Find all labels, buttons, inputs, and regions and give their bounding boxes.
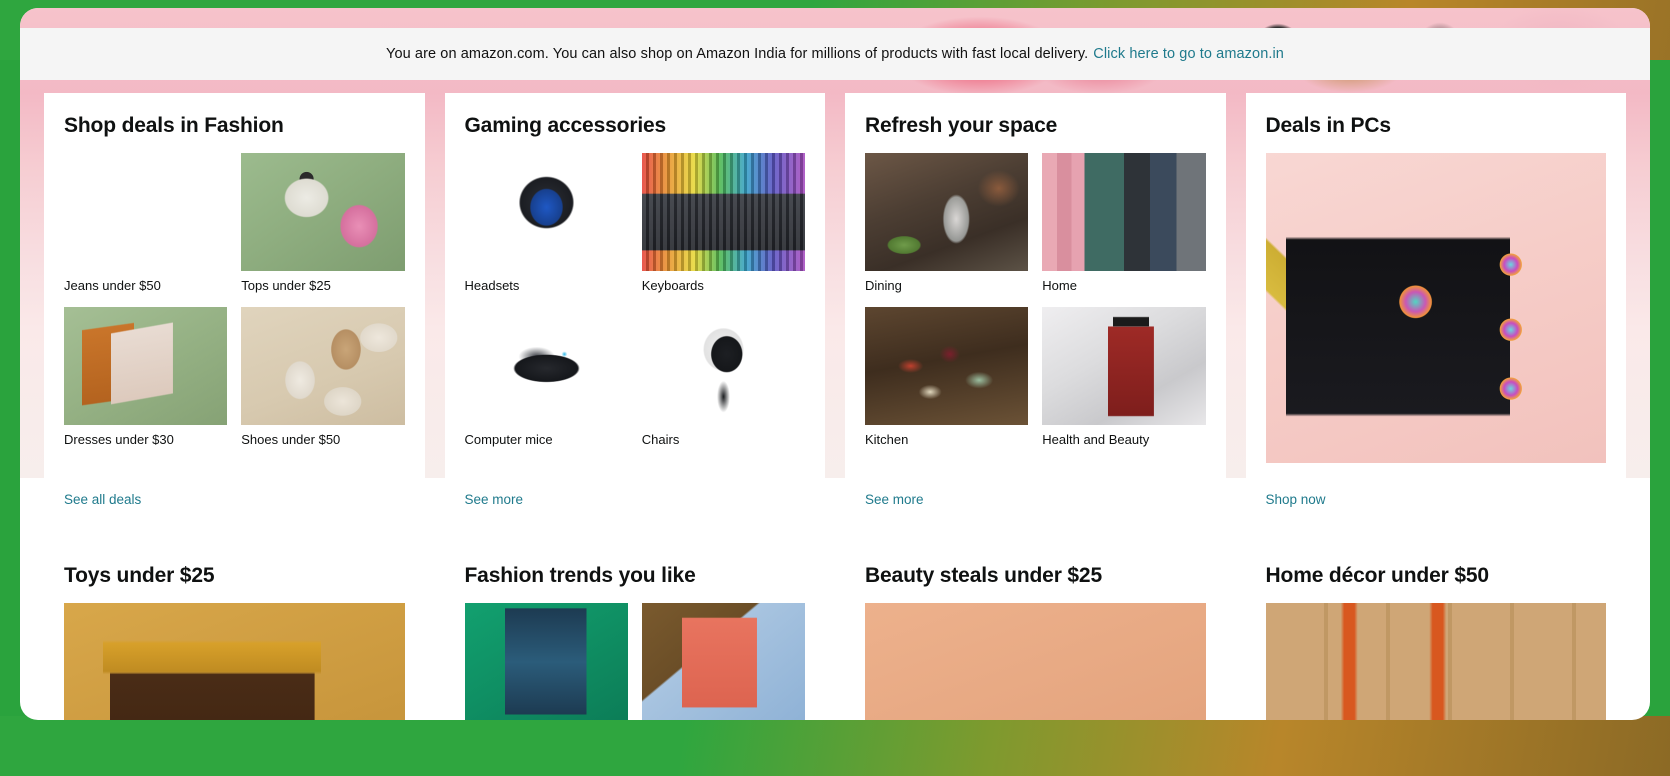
jeans-image [64,153,227,271]
card-title: Refresh your space [865,114,1058,137]
card-home-decor-under-50[interactable]: Home décor under $50 [1245,543,1626,720]
go-to-amazon-in-link[interactable]: Click here to go to amazon.in [1093,46,1284,62]
tile-label: Kitchen [865,432,909,448]
card-title: Gaming accessories [464,114,667,137]
see-more-link[interactable]: See more [465,492,524,507]
tile-dining[interactable]: Dining [865,153,1029,295]
tile-jeans[interactable]: Jeans under $50 [64,153,227,295]
tile-label: Chairs [641,432,680,448]
browser-viewport: You are on amazon.com. You can also shop… [20,8,1650,720]
headset-image [464,153,628,272]
tile-headsets[interactable]: Headsets [464,153,628,295]
card-shop-deals-in-fashion[interactable]: Shop deals in Fashion Jeans under $50 To… [44,93,425,523]
home-image [1042,153,1206,272]
tile-label: Computer mice [464,432,553,448]
shoes-image [241,307,405,426]
card-title: Fashion trends you like [464,564,696,587]
tops-image [241,153,405,272]
dresses-image [64,307,228,426]
card-beauty-steals-under-25[interactable]: Beauty steals under $25 [845,543,1226,720]
health-beauty-image [1042,307,1206,426]
tile-label: Home [1042,278,1077,294]
card-title: Deals in PCs [1265,114,1392,137]
dining-image [865,153,1029,272]
tile-home[interactable]: Home [1042,153,1206,295]
see-more-link[interactable]: See more [865,492,924,507]
tile-computer-mice[interactable]: Computer mice [464,307,628,449]
card-toys-under-25[interactable]: Toys under $25 [44,543,425,720]
tile-kitchen[interactable]: Kitchen [865,307,1029,449]
card-title: Shop deals in Fashion [64,114,284,137]
tile-label: Keyboards [641,278,704,294]
tile-chairs[interactable]: Chairs [641,307,805,449]
card-refresh-your-space[interactable]: Refresh your space Dining Home Kitchen H… [845,93,1226,523]
notice-text: You are on amazon.com. You can also shop… [386,46,1089,62]
card-title: Toys under $25 [64,564,215,587]
home-decor-image[interactable] [1265,603,1606,720]
deals-card-grid: Shop deals in Fashion Jeans under $50 To… [44,93,1626,720]
floral-dress-image [464,603,628,720]
card-title: Beauty steals under $25 [865,564,1102,587]
coral-shirt-image [641,603,805,720]
tile-label: Dining [865,278,902,294]
tile-grid: Dining Home Kitchen Health and Beauty [865,153,1206,449]
tile-label: Headsets [464,278,520,294]
keyboard-image [641,153,805,272]
tile-fashion-dress[interactable] [464,603,628,720]
pc-tower-image[interactable] [1265,153,1606,464]
kitchen-image [865,307,1029,426]
see-all-deals-link[interactable]: See all deals [64,492,141,507]
beauty-steals-image[interactable] [865,603,1206,720]
card-gaming-accessories[interactable]: Gaming accessories Headsets Keyboards Co… [444,93,825,523]
tile-shoes[interactable]: Shoes under $50 [241,307,405,449]
tile-grid [464,603,805,720]
tile-tops[interactable]: Tops under $25 [241,153,405,295]
tile-label: Shoes under $50 [241,432,341,448]
chair-image [641,307,805,426]
card-fashion-trends-you-like[interactable]: Fashion trends you like [444,543,825,720]
tile-keyboards[interactable]: Keyboards [641,153,805,295]
tile-grid: Jeans under $50 Tops under $25 Dresses u… [64,153,405,449]
shop-now-link[interactable]: Shop now [1266,492,1326,507]
tile-label: Tops under $25 [241,278,331,294]
tile-fashion-shirt[interactable] [641,603,805,720]
mouse-image [464,307,628,426]
card-title: Home décor under $50 [1265,564,1490,587]
tile-dresses[interactable]: Dresses under $30 [64,307,228,449]
toys-image[interactable] [64,603,405,720]
tile-label: Dresses under $30 [64,432,174,448]
tile-grid: Headsets Keyboards Computer mice Chairs [464,153,805,449]
amazon-in-notice-bar: You are on amazon.com. You can also shop… [20,28,1650,80]
tile-health-and-beauty[interactable]: Health and Beauty [1042,307,1206,449]
tile-label: Health and Beauty [1042,432,1150,448]
card-deals-in-pcs[interactable]: Deals in PCs Shop now [1245,93,1626,523]
tile-label: Jeans under $50 [64,278,161,294]
